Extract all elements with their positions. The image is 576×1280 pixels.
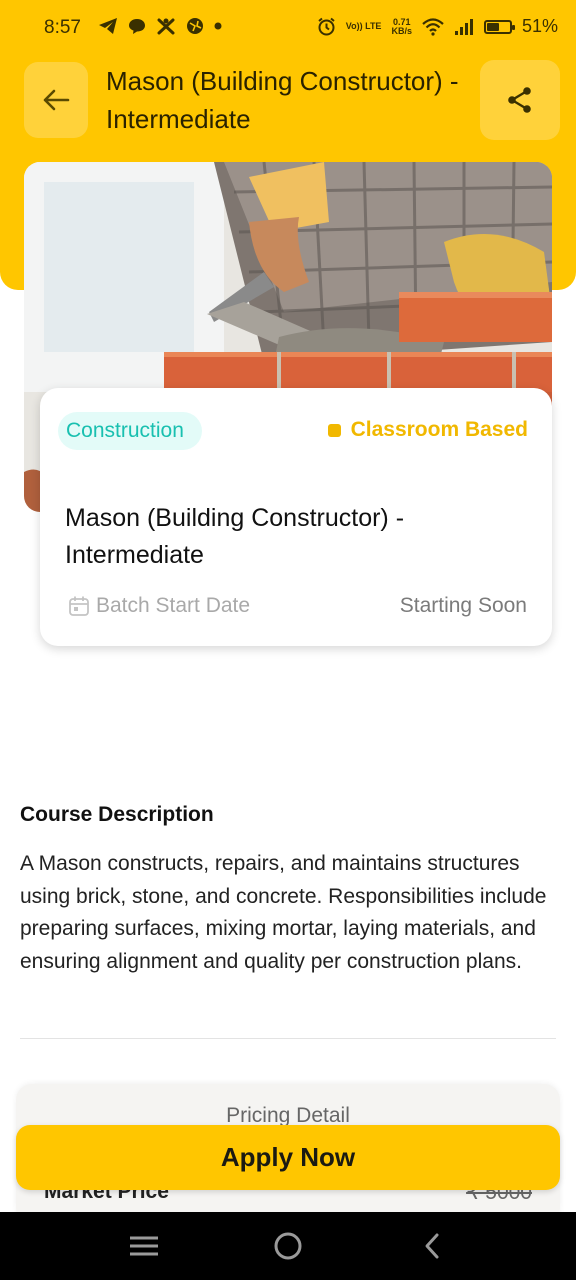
volte-indicator: Vo)) LTE [345, 21, 382, 31]
batch-start-label-row: Batch Start Date [68, 594, 250, 618]
recent-apps-icon [130, 1236, 158, 1256]
batch-start-value: Starting Soon [399, 594, 527, 617]
system-navigation-bar [0, 1212, 576, 1280]
network-speed-unit: KB/s [391, 25, 412, 36]
delivery-mode-badge: Classroom Based [327, 418, 528, 442]
course-info-card: Construction Classroom Based Mason (Buil… [40, 388, 552, 646]
battery-icon [483, 19, 515, 34]
category-tag: Construction [58, 412, 202, 450]
apply-now-button[interactable]: Apply Now [16, 1125, 560, 1190]
page-title: Mason (Building Constructor) - Intermedi… [106, 66, 459, 134]
app-screen: 8:57 Vo)) LTE 0.71 KB/s 51% Mason (Build… [0, 0, 576, 1280]
course-title: Mason (Building Constructor) - Intermedi… [65, 504, 405, 569]
battery-percent: 51% [521, 16, 558, 36]
arrow-left-icon [43, 89, 70, 111]
divider [20, 1038, 556, 1039]
tools-icon [157, 18, 175, 35]
notification-icons [98, 17, 222, 35]
battery-fill [486, 22, 500, 31]
batch-start-label: Batch Start Date [96, 594, 251, 617]
alarm-icon [318, 17, 335, 36]
description-heading: Course Description [20, 803, 214, 826]
home-circle-icon [274, 1232, 302, 1260]
signal-icon [454, 18, 473, 35]
description-text: A Mason constructs, repairs, and maintai… [20, 852, 547, 973]
telegram-icon [99, 18, 117, 34]
calendar-icon [69, 596, 89, 616]
dot-icon [214, 22, 222, 30]
network-speed: 0.71 KB/s [391, 17, 412, 36]
delivery-mode-label: Classroom Based [350, 418, 528, 441]
back-button[interactable] [24, 62, 88, 138]
vpn-globe-icon [187, 18, 203, 34]
wifi-icon [422, 17, 444, 36]
chevron-left-icon [425, 1233, 439, 1259]
system-icons: Vo)) LTE 0.71 KB/s 51% [317, 16, 558, 37]
mode-dot-icon [327, 423, 341, 437]
share-button[interactable] [480, 60, 560, 140]
recent-apps-button[interactable] [124, 1228, 164, 1264]
status-bar: 8:57 Vo)) LTE 0.71 KB/s 51% [0, 0, 576, 56]
system-back-button[interactable] [412, 1228, 452, 1264]
home-button[interactable] [268, 1228, 308, 1264]
chat-bubble-icon [129, 19, 145, 34]
status-time: 8:57 [44, 17, 81, 38]
share-icon [508, 87, 531, 113]
